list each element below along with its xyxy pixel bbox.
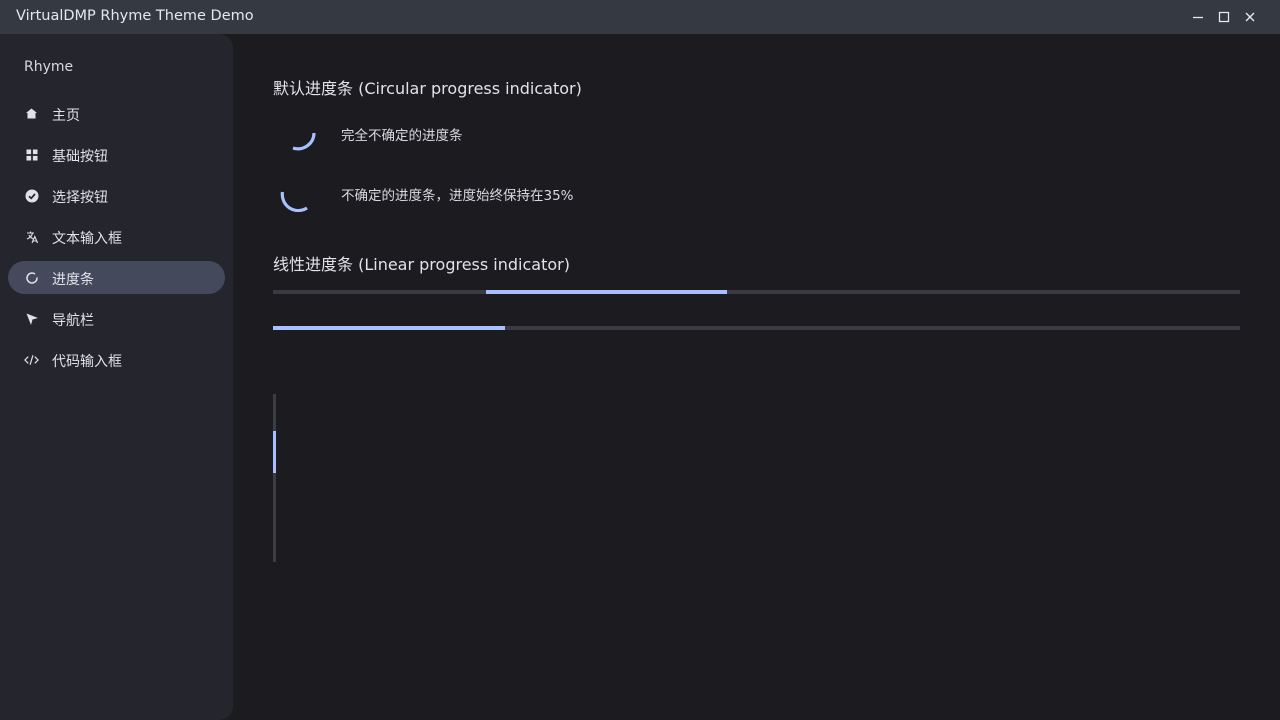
translate-icon	[24, 229, 39, 244]
main-content: 默认进度条 (Circular progress indicator) 完全不确…	[233, 34, 1280, 720]
sidebar-item-label: 基础按钮	[52, 149, 108, 165]
vertical-progress-segment	[273, 430, 276, 473]
sidebar: Rhyme 主页 基础按钮 选择按钮 文本输入框 进度条 导航栏 代码输入框	[0, 34, 233, 720]
vertical-progress-indicator	[273, 394, 276, 562]
sidebar-item-label: 文本输入框	[52, 231, 122, 247]
sidebar-item-navigation[interactable]: 导航栏	[8, 302, 225, 335]
check-circle-icon	[24, 188, 39, 203]
sidebar-item-code-input[interactable]: 代码输入框	[8, 343, 225, 376]
maximize-icon	[1218, 11, 1230, 23]
home-icon	[24, 106, 39, 121]
grid-icon	[24, 147, 39, 162]
sidebar-item-basic-buttons[interactable]: 基础按钮	[8, 138, 225, 171]
sidebar-item-selection-buttons[interactable]: 选择按钮	[8, 179, 225, 212]
minimize-button[interactable]	[1186, 5, 1210, 29]
navigation-arrow-icon	[24, 311, 39, 326]
linear-progress-indeterminate	[273, 290, 1240, 294]
circular-label-35: 不确定的进度条，进度始终保持在35%	[341, 188, 574, 204]
code-icon	[24, 352, 39, 367]
sidebar-item-progress[interactable]: 进度条	[8, 261, 225, 294]
sidebar-item-label: 选择按钮	[52, 190, 108, 206]
maximize-button[interactable]	[1212, 5, 1236, 29]
linear-progress-fill	[273, 326, 506, 330]
circular-label-indeterminate: 完全不确定的进度条	[341, 128, 463, 144]
linear-progress-determinate	[273, 326, 1240, 330]
window-title: VirtualDMP Rhyme Theme Demo	[16, 8, 254, 24]
linear-progress-segment	[485, 290, 728, 294]
circular-section-title: 默认进度条 (Circular progress indicator)	[273, 79, 582, 98]
progress-icon	[24, 270, 39, 285]
linear-section-title: 线性进度条 (Linear progress indicator)	[273, 255, 570, 274]
close-icon	[1245, 12, 1255, 22]
title-bar: VirtualDMP Rhyme Theme Demo	[0, 0, 1280, 34]
sidebar-item-text-input[interactable]: 文本输入框	[8, 220, 225, 253]
sidebar-item-home[interactable]: 主页	[8, 97, 225, 130]
sidebar-item-label: 主页	[52, 108, 80, 124]
sidebar-item-label: 代码输入框	[52, 354, 122, 370]
sidebar-item-label: 进度条	[52, 272, 94, 288]
circular-progress-35	[280, 191, 308, 212]
sidebar-item-label: 导航栏	[52, 313, 94, 329]
app-name: Rhyme	[24, 59, 74, 75]
minimize-icon	[1193, 16, 1203, 19]
close-button[interactable]	[1238, 5, 1262, 29]
circular-progress-indeterminate	[292, 132, 316, 151]
